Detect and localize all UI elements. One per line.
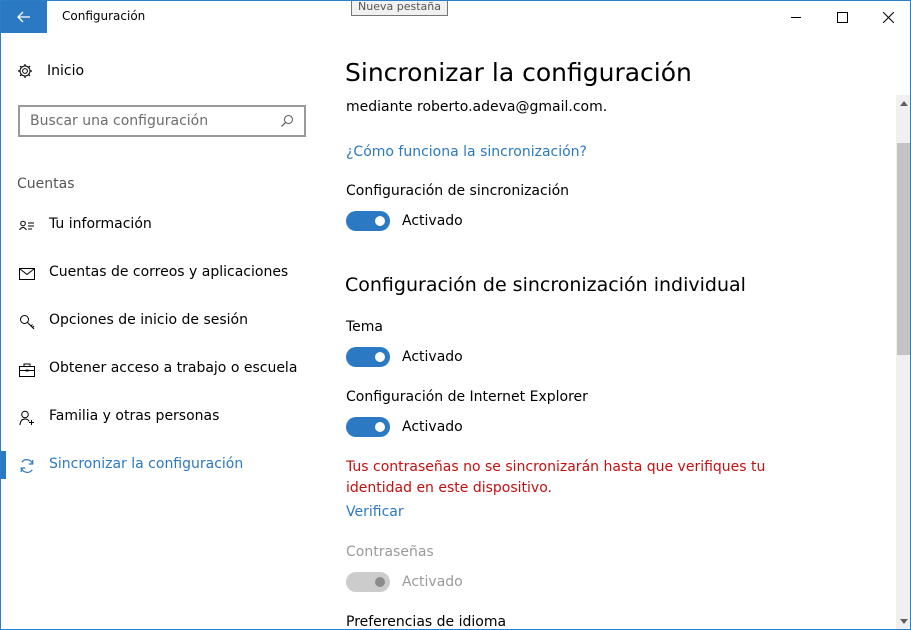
ie-toggle-row: Activado [346, 417, 463, 437]
main-content: Sincronizar la configuración mediante ro… [321, 33, 896, 629]
sync-icon [18, 457, 36, 475]
sidebar-item-sync[interactable]: Sincronizar la configuración [1, 445, 321, 485]
sidebar-item-your-info[interactable]: Tu información [1, 205, 321, 245]
accounts-section-title: Cuentas [17, 176, 75, 192]
sidebar-item-label: Opciones de inicio de sesión [49, 312, 248, 328]
active-indicator [1, 451, 6, 479]
toggle-knob [375, 216, 385, 226]
chevron-up-icon [899, 100, 908, 106]
passwords-toggle-row: Activado [346, 572, 463, 592]
back-arrow-icon [17, 11, 30, 23]
vertical-scrollbar[interactable] [896, 95, 910, 629]
chevron-down-icon [899, 618, 908, 624]
home-label: Inicio [47, 63, 85, 79]
sidebar-item-label: Tu información [49, 216, 152, 232]
gear-icon [18, 64, 32, 78]
minimize-icon [790, 16, 801, 18]
maximize-button[interactable] [819, 1, 865, 33]
sidebar-item-label: Obtener acceso a trabajo o escuela [49, 360, 298, 376]
maximize-icon [836, 11, 848, 23]
sync-settings-label: Configuración de sincronización [346, 183, 570, 199]
new-tab-tooltip: Nueva pestaña [351, 1, 448, 16]
title-bar: Configuración Nueva pestaña [1, 1, 910, 33]
search-placeholder[interactable]: Buscar una configuración [30, 113, 280, 129]
language-preferences-label: Preferencias de idioma [346, 614, 507, 629]
passwords-label: Contraseñas [346, 544, 434, 560]
sidebar-item-work-access[interactable]: Obtener acceso a trabajo o escuela [1, 349, 321, 389]
ie-settings-state: Activado [402, 419, 463, 435]
sync-settings-toggle[interactable] [346, 211, 390, 231]
scroll-up-button[interactable] [896, 95, 910, 111]
window-title: Configuración [62, 9, 146, 23]
page-title: Sincronizar la configuración [345, 58, 692, 87]
scroll-thumb[interactable] [897, 143, 910, 355]
home-nav-item[interactable]: Inicio [17, 63, 84, 79]
person-add-icon [18, 409, 36, 427]
toggle-knob [375, 577, 385, 587]
passwords-toggle [346, 572, 390, 592]
password-warning-line2: identidad en este dispositivo. [346, 480, 552, 496]
back-button[interactable] [1, 1, 47, 33]
sidebar-item-email-accounts[interactable]: Cuentas de correos y aplicaciones [1, 253, 321, 293]
sync-settings-state: Activado [402, 213, 463, 229]
sidebar-item-label: Cuentas de correos y aplicaciones [49, 264, 289, 280]
close-icon [882, 11, 894, 23]
verify-link[interactable]: Verificar [346, 504, 404, 520]
toggle-knob [375, 352, 385, 362]
sidebar: Inicio Buscar una configuración Cuentas … [1, 33, 321, 629]
search-box[interactable]: Buscar una configuración [18, 105, 306, 137]
password-warning-line1: Tus contraseñas no se sincronizarán hast… [346, 459, 766, 475]
sidebar-item-sign-in-options[interactable]: Opciones de inicio de sesión [1, 301, 321, 341]
individual-sync-heading: Configuración de sincronización individu… [345, 274, 746, 296]
close-button[interactable] [865, 1, 910, 33]
theme-state: Activado [402, 349, 463, 365]
theme-toggle-row: Activado [346, 347, 463, 367]
mail-icon [18, 265, 36, 283]
ie-settings-label: Configuración de Internet Explorer [346, 389, 588, 405]
account-text: mediante roberto.adeva@gmail.com. [346, 99, 608, 115]
sync-settings-toggle-row: Activado [346, 211, 463, 231]
sidebar-item-family[interactable]: Familia y otras personas [1, 397, 321, 437]
settings-window: Configuración Nueva pestaña Inicio Busca… [0, 0, 911, 630]
toggle-knob [375, 422, 385, 432]
search-icon[interactable] [280, 114, 294, 128]
sidebar-item-label: Familia y otras personas [49, 408, 220, 424]
person-card-icon [18, 217, 36, 235]
minimize-button[interactable] [773, 1, 819, 33]
ie-settings-toggle[interactable] [346, 417, 390, 437]
how-sync-works-link[interactable]: ¿Cómo funciona la sincronización? [346, 144, 587, 160]
sidebar-item-label: Sincronizar la configuración [49, 456, 244, 472]
theme-label: Tema [346, 319, 384, 335]
scroll-down-button[interactable] [896, 613, 910, 629]
key-icon [18, 313, 36, 331]
passwords-state: Activado [402, 574, 463, 590]
theme-toggle[interactable] [346, 347, 390, 367]
briefcase-icon [18, 361, 36, 379]
